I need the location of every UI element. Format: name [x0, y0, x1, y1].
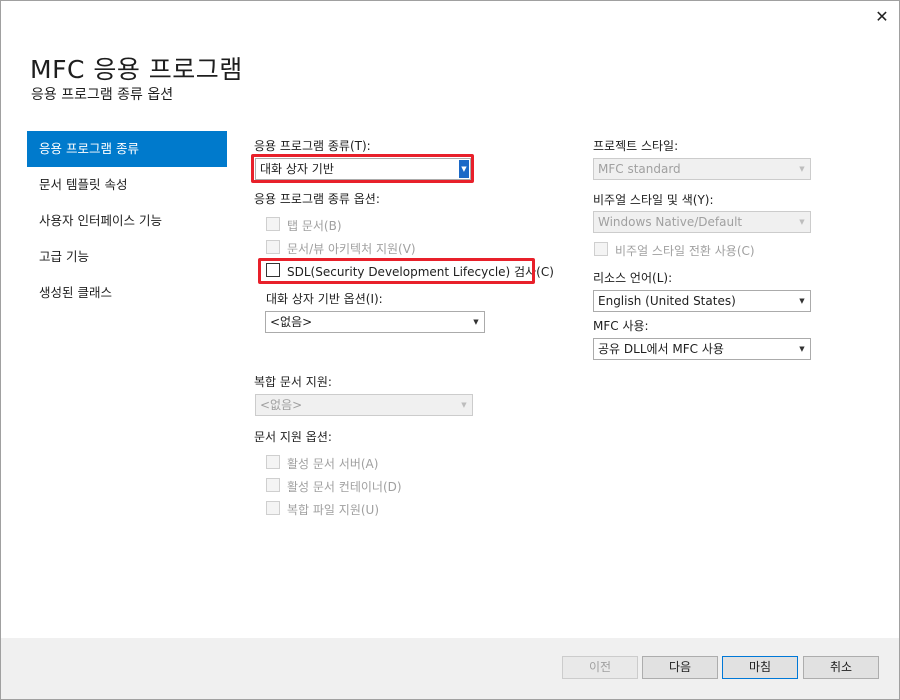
app-type-select[interactable]: 대화 상자 기반 ▼	[255, 158, 471, 180]
visual-style-select[interactable]: Windows Native/Default ▼	[593, 211, 811, 233]
compound-doc-label: 복합 문서 지원:	[254, 375, 332, 389]
doc-view-checkbox[interactable]	[266, 240, 280, 254]
project-style-label: 프로젝트 스타일:	[593, 139, 679, 153]
previous-button[interactable]: 이전	[562, 656, 638, 679]
sdl-checks-label: SDL(Security Development Lifecycle) 검사(C…	[287, 265, 554, 279]
active-server-label: 활성 문서 서버(A)	[287, 457, 379, 471]
next-button[interactable]: 다음	[642, 656, 718, 679]
compound-file-label: 복합 파일 지원(U)	[287, 503, 380, 517]
chevron-down-icon[interactable]: ▼	[794, 212, 810, 232]
sidebar-item-generated-classes[interactable]: 생성된 클래스	[27, 275, 227, 311]
app-type-value: 대화 상자 기반	[260, 162, 334, 176]
chevron-down-icon[interactable]: ▼	[456, 395, 472, 415]
sidebar-item-application-type[interactable]: 응용 프로그램 종류	[27, 131, 227, 167]
compound-doc-select[interactable]: <없음> ▼	[255, 394, 473, 416]
visual-style-value: Windows Native/Default	[598, 215, 743, 229]
resource-language-select[interactable]: English (United States) ▼	[593, 290, 811, 312]
resource-language-value: English (United States)	[598, 294, 736, 308]
app-type-options-label: 응용 프로그램 종류 옵션:	[254, 192, 380, 206]
project-style-value: MFC standard	[598, 162, 681, 176]
active-server-checkbox[interactable]	[266, 455, 280, 469]
visual-style-switch-label: 비주얼 스타일 전환 사용(C)	[615, 244, 755, 258]
mfc-use-value: 공유 DLL에서 MFC 사용	[598, 342, 724, 356]
chevron-down-icon[interactable]: ▼	[794, 339, 810, 359]
sdl-checks-checkbox[interactable]	[266, 263, 280, 277]
cancel-button[interactable]: 취소	[803, 656, 879, 679]
doc-view-label: 문서/뷰 아키텍처 지원(V)	[287, 242, 416, 256]
tabbed-docs-checkbox[interactable]	[266, 217, 280, 231]
page-title: MFC 응용 프로그램	[30, 55, 243, 84]
page-subtitle: 응용 프로그램 종류 옵션	[31, 87, 174, 103]
chevron-down-icon[interactable]: ▼	[459, 160, 469, 178]
dialog-options-label: 대화 상자 기반 옵션(I):	[266, 292, 383, 306]
dialog-options-value: <없음>	[270, 315, 313, 329]
visual-style-switch-checkbox[interactable]	[594, 242, 608, 256]
compound-file-checkbox[interactable]	[266, 501, 280, 515]
active-container-label: 활성 문서 컨테이너(D)	[287, 480, 402, 494]
dialog-options-select[interactable]: <없음> ▼	[265, 311, 485, 333]
app-type-label: 응용 프로그램 종류(T):	[254, 139, 371, 153]
finish-button[interactable]: 마침	[722, 656, 798, 679]
sidebar-item-document-template[interactable]: 문서 템플릿 속성	[27, 167, 227, 203]
visual-style-label: 비주얼 스타일 및 색(Y):	[593, 193, 714, 207]
doc-support-label: 문서 지원 옵션:	[254, 430, 332, 444]
sidebar-item-advanced-features[interactable]: 고급 기능	[27, 239, 227, 275]
chevron-down-icon[interactable]: ▼	[468, 312, 484, 332]
sidebar-item-user-interface[interactable]: 사용자 인터페이스 기능	[27, 203, 227, 239]
mfc-use-select[interactable]: 공유 DLL에서 MFC 사용 ▼	[593, 338, 811, 360]
project-style-select[interactable]: MFC standard ▼	[593, 158, 811, 180]
compound-doc-value: <없음>	[260, 398, 303, 412]
chevron-down-icon[interactable]: ▼	[794, 159, 810, 179]
close-icon[interactable]: ✕	[870, 6, 894, 28]
active-container-checkbox[interactable]	[266, 478, 280, 492]
mfc-use-label: MFC 사용:	[593, 319, 649, 333]
tabbed-docs-label: 탭 문서(B)	[287, 219, 342, 233]
resource-language-label: 리소스 언어(L):	[593, 271, 673, 285]
chevron-down-icon[interactable]: ▼	[794, 291, 810, 311]
